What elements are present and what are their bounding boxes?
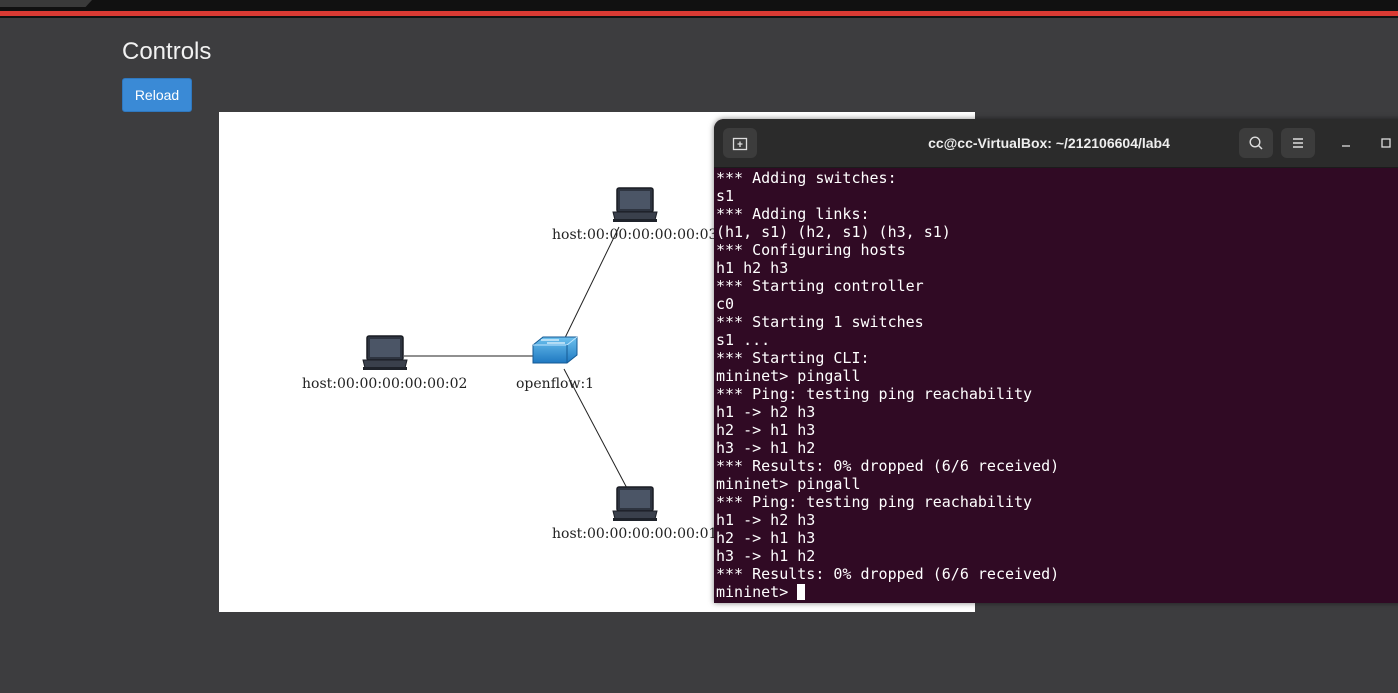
terminal-line: h1 -> h2 h3: [716, 403, 816, 421]
maximize-button[interactable]: [1376, 133, 1396, 153]
terminal-line: c0: [716, 295, 735, 313]
browser-tab[interactable]: [0, 0, 92, 7]
host-h2-label: host:00:00:00:00:00:02: [302, 376, 467, 392]
link-s1-h3: [561, 226, 620, 345]
reload-button[interactable]: Reload: [122, 78, 192, 112]
terminal-line: *** Starting 1 switches: [716, 313, 924, 331]
terminal-line: *** Results: 0% dropped (6/6 received): [716, 457, 1060, 475]
terminal-line: mininet> pingall: [716, 475, 861, 493]
new-tab-icon: [732, 137, 748, 151]
new-tab-button[interactable]: [723, 128, 757, 158]
terminal-output[interactable]: *** Adding switches: s1 *** Adding links…: [716, 169, 1398, 601]
terminal-prompt-line[interactable]: mininet>: [716, 583, 1398, 601]
search-icon: [1249, 136, 1263, 150]
host-h1-label: host:00:00:00:00:00:01: [552, 526, 717, 542]
terminal-line: mininet> pingall: [716, 367, 861, 385]
terminal-line: h1 -> h2 h3: [716, 511, 816, 529]
host-h1-icon[interactable]: [612, 486, 658, 522]
terminal-line: *** Starting CLI:: [716, 349, 870, 367]
search-button[interactable]: [1239, 128, 1273, 158]
minimize-button[interactable]: [1336, 133, 1356, 153]
text-cursor: [797, 584, 806, 600]
host-h2-icon[interactable]: [362, 335, 408, 371]
terminal-line: h1 h2 h3: [716, 259, 789, 277]
terminal-prompt: mininet>: [716, 583, 789, 601]
terminal-line: s1: [716, 187, 735, 205]
terminal-line: h2 -> h1 h3: [716, 529, 816, 547]
terminal-line: *** Ping: testing ping reachability: [716, 385, 1033, 403]
terminal-title: cc@cc-VirtualBox: ~/212106604/lab4: [928, 135, 1170, 151]
controls-heading: Controls: [122, 38, 212, 65]
terminal-line: *** Results: 0% dropped (6/6 received): [716, 565, 1060, 583]
terminal-line: *** Adding links:: [716, 205, 870, 223]
terminal-line: *** Adding switches:: [716, 169, 897, 187]
host-h3-icon[interactable]: [612, 187, 658, 223]
terminal-line: h3 -> h1 h2: [716, 547, 816, 565]
terminal-header: cc@cc-VirtualBox: ~/212106604/lab4: [714, 119, 1398, 168]
terminal-line: *** Starting controller: [716, 277, 924, 295]
terminal-line: h3 -> h1 h2: [716, 439, 816, 457]
minimize-icon: [1342, 145, 1350, 147]
accent-stripe: [0, 11, 1398, 16]
maximize-icon: [1381, 138, 1391, 148]
terminal-line: *** Configuring hosts: [716, 241, 906, 259]
terminal-line: *** Ping: testing ping reachability: [716, 493, 1033, 511]
terminal-line: s1 ...: [716, 331, 771, 349]
terminal-line: (h1, s1) (h2, s1) (h3, s1): [716, 223, 951, 241]
browser-top-bar: [0, 0, 1398, 18]
terminal-line: h2 -> h1 h3: [716, 421, 816, 439]
terminal-window[interactable]: cc@cc-VirtualBox: ~/212106604/lab4 *** A…: [714, 119, 1398, 603]
switch-s1-label: openflow:1: [516, 376, 594, 392]
host-h3-label: host:00:00:00:00:00:03: [552, 227, 717, 243]
switch-s1-icon[interactable]: [532, 336, 578, 364]
hamburger-menu-icon: [1293, 138, 1303, 148]
menu-button[interactable]: [1281, 128, 1315, 158]
